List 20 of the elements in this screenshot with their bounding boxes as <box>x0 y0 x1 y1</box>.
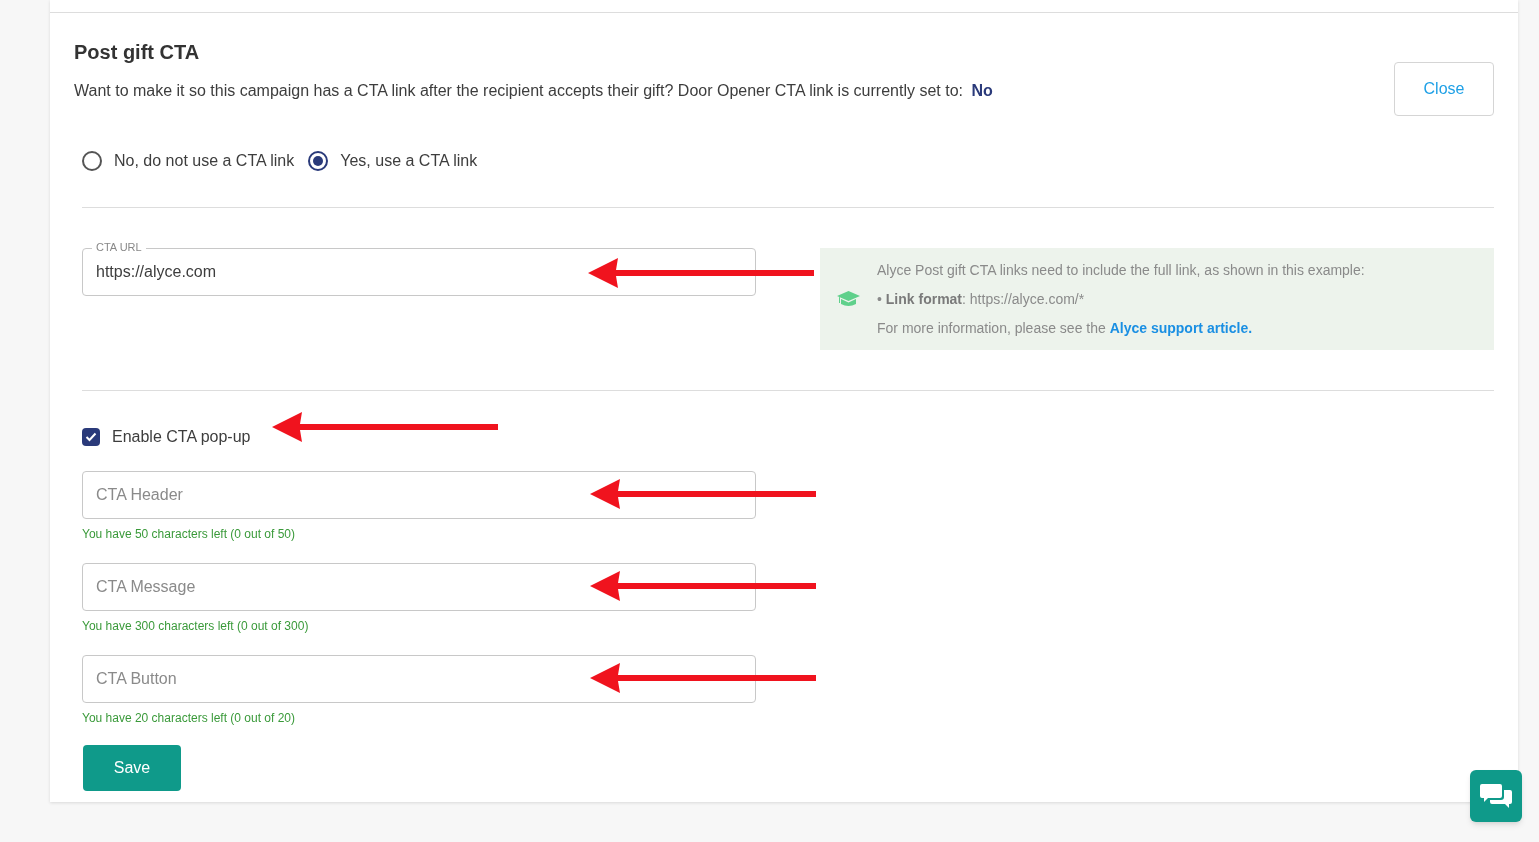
field-label: CTA URL <box>92 240 146 254</box>
description-text: Want to make it so this campaign has a CTA link after the recipient accepts their gift? Door Opener CTA link is currently set to: <box>74 82 963 99</box>
text-field[interactable]: CTA Header <box>82 471 756 519</box>
section-title: Post gift CTA <box>74 40 201 65</box>
character-count: You have 50 characters left (0 out of 50) <box>82 526 297 543</box>
text-field[interactable]: CTA Button <box>82 655 756 703</box>
chat-button[interactable] <box>1470 770 1522 822</box>
current-value: No <box>971 82 993 99</box>
character-count: You have 20 characters left (0 out of 20) <box>82 710 297 727</box>
radio-option[interactable]: No, do not use a CTA link <box>82 149 295 173</box>
text-field[interactable]: CTA Message <box>82 563 756 611</box>
character-count: You have 300 characters left (0 out of 300) <box>82 618 310 635</box>
info-text: For more information, please see the Alyce support article. <box>877 318 1254 338</box>
info-text: • Link format: https://alyce.com/* <box>877 289 1086 309</box>
checkbox-label: Enable CTA pop-up <box>112 427 251 447</box>
radio-option[interactable]: Yes, use a CTA link <box>308 149 478 173</box>
graduation-cap-icon <box>836 290 861 308</box>
checkbox[interactable] <box>82 428 100 446</box>
info-text: Alyce Post gift CTA links need to include the full link, as shown in this example: <box>877 260 1365 280</box>
chat-bubbles-icon <box>1480 782 1512 810</box>
